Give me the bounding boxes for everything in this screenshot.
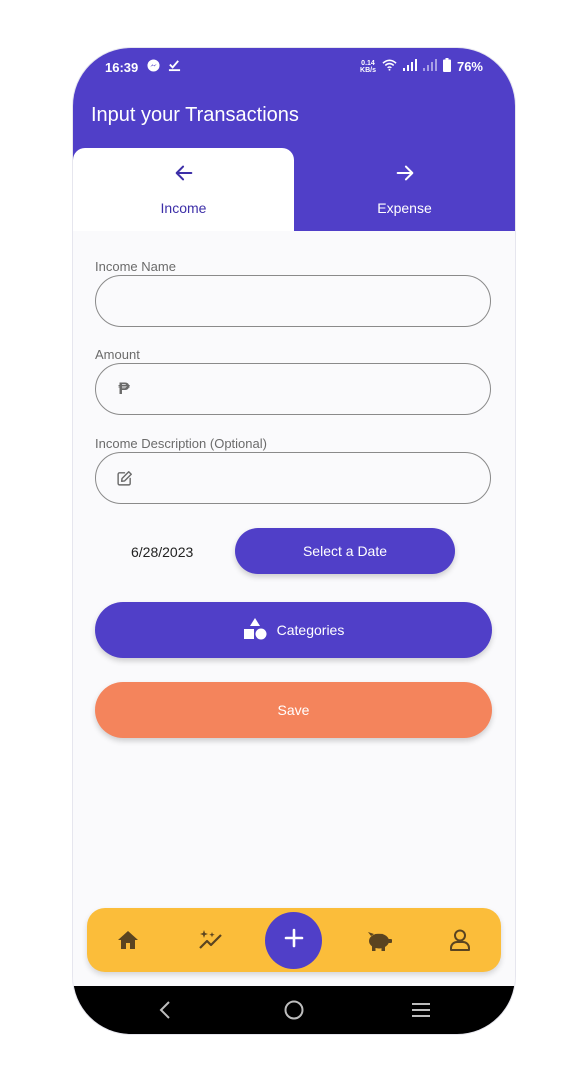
peso-icon: ₱ <box>118 379 130 398</box>
signal-icon-secondary <box>422 59 437 74</box>
add-icon <box>284 928 304 953</box>
description-input[interactable] <box>134 453 490 503</box>
income-name-label: Income Name <box>95 259 176 274</box>
select-date-button[interactable]: Select a Date <box>235 528 455 574</box>
menu-icon[interactable] <box>407 996 435 1024</box>
tab-expense-label: Expense <box>377 200 432 216</box>
income-name-field[interactable] <box>95 275 491 327</box>
tab-income[interactable]: Income <box>73 148 294 231</box>
amount-input[interactable] <box>134 364 490 414</box>
notification-icons <box>147 59 181 75</box>
tab-income-label: Income <box>160 200 207 216</box>
app-header: 16:39 0.14 KB/s 76% Input your Transacti… <box>73 48 515 231</box>
wifi-icon <box>382 59 397 74</box>
save-button[interactable]: Save <box>95 682 492 738</box>
sparkle-chart-icon[interactable] <box>195 924 227 956</box>
categories-button[interactable]: Categories <box>95 602 492 658</box>
description-label: Income Description (Optional) <box>95 436 267 451</box>
bottom-nav <box>87 908 501 972</box>
shapes-icon <box>243 617 267 644</box>
piggy-bank-icon[interactable] <box>363 924 395 956</box>
home-circle-icon[interactable] <box>280 996 308 1024</box>
battery-level: 76% <box>456 59 483 74</box>
amount-label: Amount <box>95 347 140 362</box>
arrow-right-icon <box>294 162 515 188</box>
phone-screen: 16:39 0.14 KB/s 76% Input your Transacti… <box>73 48 515 1034</box>
edit-icon <box>114 470 134 487</box>
add-transaction-button[interactable] <box>265 912 322 969</box>
status-time: 16:39 <box>105 60 139 75</box>
amount-field[interactable]: ₱ <box>95 363 491 415</box>
net-speed: 0.14 KB/s <box>360 59 376 74</box>
arrow-left-icon <box>73 162 294 188</box>
description-field[interactable] <box>95 452 491 504</box>
categories-label: Categories <box>276 622 345 638</box>
messenger-icon <box>147 59 160 75</box>
status-right: 0.14 KB/s 76% <box>360 58 483 75</box>
income-name-input[interactable] <box>96 276 490 326</box>
signal-icon <box>402 59 417 74</box>
home-icon[interactable] <box>112 924 144 956</box>
page-title: Input your Transactions <box>91 104 299 126</box>
transaction-form: Income Name Amount ₱ Income Description … <box>73 231 515 991</box>
tab-expense[interactable]: Expense <box>294 148 515 231</box>
user-icon[interactable] <box>444 924 476 956</box>
system-nav-bar <box>73 986 515 1034</box>
task-check-icon <box>168 59 181 75</box>
selected-date: 6/28/2023 <box>131 544 194 560</box>
back-icon[interactable] <box>152 996 180 1024</box>
status-bar: 16:39 0.14 KB/s 76% <box>73 48 515 88</box>
battery-icon <box>442 58 451 75</box>
